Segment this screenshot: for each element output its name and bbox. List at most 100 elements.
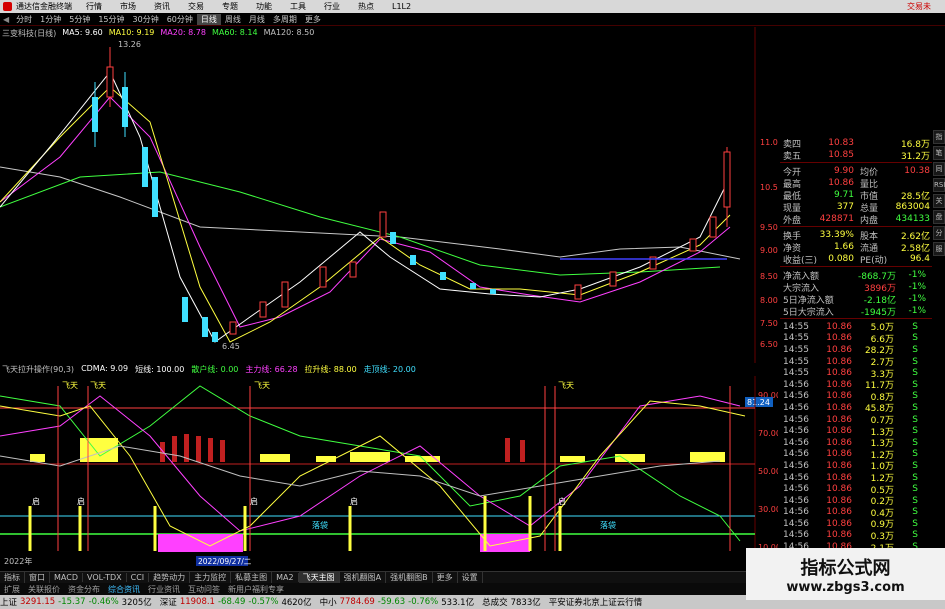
trade-row: 14:56 10.86 11.7万 S [780, 379, 932, 392]
quote-value: 2.58亿 [900, 243, 930, 254]
broker-label[interactable]: 平安证券北京上证云行情 [549, 596, 643, 608]
fund-flow-pct: -1% [908, 306, 926, 316]
menu-l1l2[interactable]: L1L2 [392, 2, 411, 11]
indicator-tab[interactable]: VOL-TDX [83, 573, 127, 582]
period-tab[interactable]: 月线 [245, 14, 269, 25]
indicator-tab[interactable]: 强机翻图B [386, 572, 433, 583]
info-tab[interactable]: 互动问答 [184, 584, 224, 595]
indicator-tab[interactable]: 强机翻图A [340, 572, 387, 583]
trade-price: 10.86 [826, 507, 852, 518]
period-tab[interactable]: 分时 [12, 14, 36, 25]
trade-row: 14:5610.860.3万S [780, 530, 932, 542]
period-tab[interactable]: 更多 [301, 14, 325, 25]
indicator-tab[interactable]: 主力监控 [190, 572, 232, 583]
period-tab[interactable]: 30分钟 [129, 14, 163, 25]
trade-direction: S [912, 449, 918, 460]
indicator-tab[interactable]: 更多 [433, 572, 458, 583]
candle [470, 283, 476, 289]
candle [122, 87, 128, 127]
menu-news[interactable]: 资讯 [154, 1, 170, 12]
back-icon[interactable]: ◀ [0, 15, 12, 24]
bar [160, 442, 165, 462]
candle [152, 177, 158, 217]
date-marker: 2022/09/27/二 [198, 557, 252, 566]
indicator-tab[interactable]: 趋势动力 [149, 572, 191, 583]
trade-row: 14:56 10.86 0.9万 S [780, 518, 932, 531]
menu-hotspot[interactable]: 热点 [358, 1, 374, 12]
indicator-lines [0, 385, 746, 547]
total-volume-value: 7833亿 [510, 598, 541, 608]
menu-functions[interactable]: 功能 [256, 1, 272, 12]
bar [690, 452, 725, 462]
trade-direction: S [912, 518, 918, 529]
candle [259, 301, 267, 318]
short-line-label: 短线: 100.00 [135, 365, 185, 374]
index-name[interactable]: 中小 [320, 596, 337, 608]
indicator-tab[interactable]: 指标 [0, 572, 25, 583]
period-tab[interactable]: 15分钟 [94, 14, 128, 25]
menu-industry[interactable]: 行业 [324, 1, 340, 12]
menu-tools[interactable]: 工具 [290, 1, 306, 12]
side-tab[interactable]: 笔 [933, 146, 945, 160]
sub-axis-tick: 30.00 [758, 505, 778, 514]
indicator-name[interactable]: 飞天拉升操作(90,3) [2, 364, 74, 375]
period-tab[interactable]: 多周期 [269, 14, 301, 25]
index-name[interactable]: 深证 [160, 596, 177, 608]
trade-list[interactable]: 14:55 10.86 5.0万 S 14:55 10.86 6.6万 S 14:55 10.86… [780, 321, 932, 577]
period-tab[interactable]: 60分钟 [163, 14, 197, 25]
trade-price: 10.86 [826, 402, 852, 413]
indicator-chart[interactable]: 90.00 70.00 50.00 30.00 10.00 81.24 [0, 376, 778, 571]
period-tab[interactable]: 周线 [221, 14, 245, 25]
price-tick: 7.50 [760, 319, 778, 328]
trade-direction: S [912, 530, 918, 541]
index-amount: 3205亿 [121, 598, 152, 608]
quote-side-panel: 卖四 10.83 16.8万 卖五 10.85 31.2万 今开 9.90 均价… [780, 27, 932, 577]
period-tab[interactable]: 5分钟 [65, 14, 94, 25]
candlestick-chart[interactable]: 11.00 10.50 9.50 9.00 8.50 8.00 7.50 6.5… [0, 27, 778, 363]
menu-quotes[interactable]: 行情 [86, 1, 102, 12]
fund-flow-row: 大宗流入 3896万 -1% [780, 281, 932, 294]
side-tab[interactable]: 分 [933, 226, 945, 240]
trade-row: 14:56 10.86 0.8万 S [780, 391, 932, 403]
indicator-tab[interactable]: 设置 [458, 572, 483, 583]
side-tab[interactable]: RSI [933, 178, 945, 192]
trade-price: 10.86 [826, 518, 852, 529]
candle [709, 216, 717, 238]
indicator-tab[interactable]: 私募主图 [231, 572, 273, 583]
info-tab[interactable]: 综合资讯 [104, 584, 144, 595]
trade-price: 10.86 [826, 321, 852, 332]
candles [92, 47, 731, 342]
side-tab[interactable]: 关 [933, 194, 945, 208]
side-tab[interactable]: 同 [933, 162, 945, 176]
main-line-label: 主力线: 66.28 [245, 365, 298, 374]
info-tab[interactable]: 资金分布 [64, 584, 104, 595]
quote-row: 外盘 428871 内盘 434133 [780, 213, 932, 226]
yellow-bars [30, 438, 725, 462]
indicator-legend: 飞天拉升操作(90,3) CDMA: 9.09 短线: 100.00 散户线: … [2, 364, 416, 375]
watermark-url: www.zbgs3.com [786, 579, 905, 595]
info-tab[interactable]: 扩展 [0, 584, 24, 595]
indicator-tab-active[interactable]: 飞天主图 [298, 572, 340, 583]
trade-row: 14:56 10.86 0.5万 S [780, 483, 932, 496]
candle [490, 289, 496, 294]
info-tab[interactable]: 新用户福利专享 [224, 584, 288, 595]
side-tab[interactable]: 指 [933, 130, 945, 144]
bar [172, 436, 177, 462]
indicator-tab[interactable]: MA2 [272, 573, 299, 582]
info-tab[interactable]: 行业资讯 [144, 584, 184, 595]
candle [440, 272, 446, 280]
side-tab[interactable]: 服 [933, 242, 945, 256]
menu-market[interactable]: 市场 [120, 1, 136, 12]
side-tab[interactable]: 盘 [933, 210, 945, 224]
menu-topics[interactable]: 专题 [222, 1, 238, 12]
quote-row: 收益(三) 0.080 PE(动) 96.4 [780, 253, 932, 266]
period-tab[interactable]: 1分钟 [36, 14, 65, 25]
indicator-tab[interactable]: CCI [127, 573, 150, 582]
index-name[interactable]: 上证 [0, 596, 17, 608]
menu-trade[interactable]: 交易 [188, 1, 204, 12]
period-tab-active[interactable]: 日线 [196, 14, 221, 25]
trade-status[interactable]: 交易未 [907, 1, 931, 12]
indicator-tab[interactable]: MACD [50, 573, 83, 582]
info-tab[interactable]: 关联报价 [24, 584, 64, 595]
indicator-tab[interactable]: 窗口 [25, 572, 50, 583]
